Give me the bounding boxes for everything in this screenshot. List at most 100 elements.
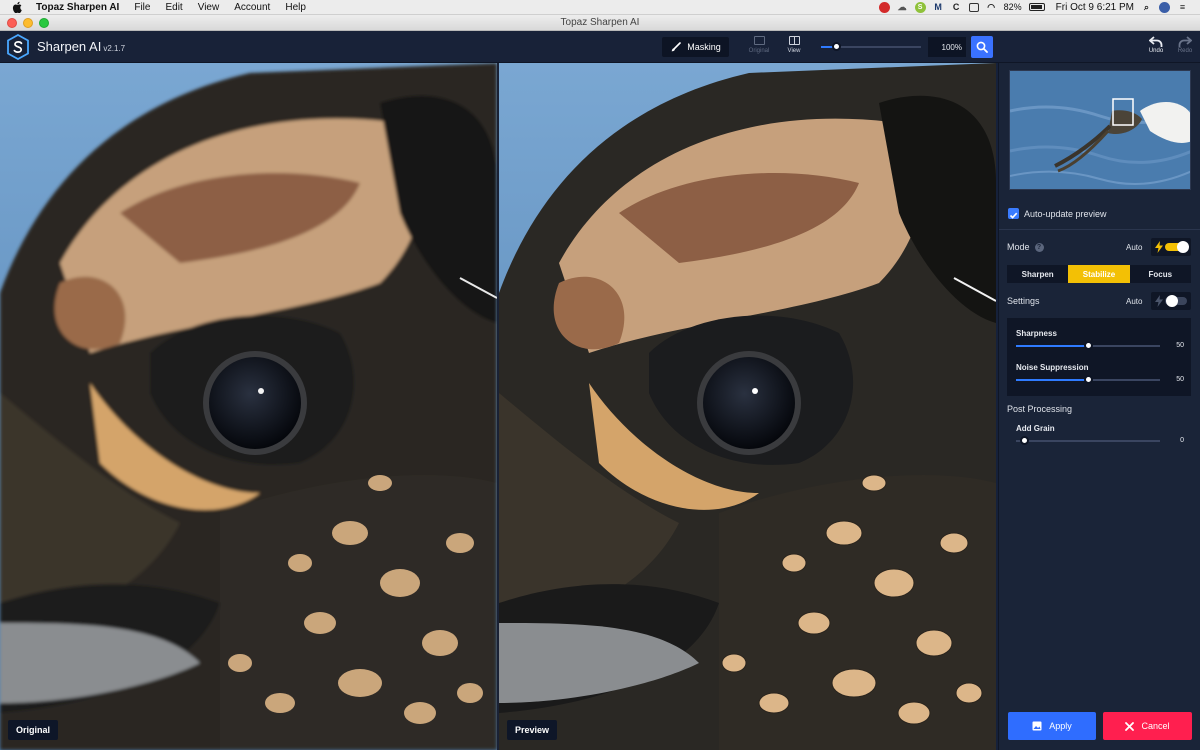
zoom-button[interactable] [971, 36, 993, 58]
app-header: Sharpen AI v2.1.7 Masking Original View [0, 31, 1200, 63]
original-image-pane[interactable]: Original [0, 63, 497, 750]
zoom-value-field[interactable]: 100% [928, 37, 966, 57]
apple-icon[interactable] [12, 1, 24, 13]
battery-percent: 82% [1003, 2, 1022, 12]
split-view-icon [788, 36, 800, 45]
close-window-button[interactable] [7, 18, 17, 28]
minimize-window-button[interactable] [23, 18, 33, 28]
menu-edit[interactable]: Edit [165, 2, 182, 13]
app-title-text: Sharpen AI [37, 39, 102, 54]
status-area: ☁ S M C ◠ 82% Fri Oct 9 6:21 PM ⌕ ≡ [878, 1, 1200, 13]
cancel-button[interactable]: Cancel [1103, 712, 1192, 740]
help-icon[interactable]: ? [1034, 243, 1044, 253]
preview-photo [499, 63, 996, 750]
menu-account[interactable]: Account [234, 2, 270, 13]
c-app-icon[interactable]: C [951, 2, 962, 13]
auto-update-label[interactable]: Auto-update preview [1024, 209, 1107, 219]
clock[interactable]: Fri Oct 9 6:21 PM [1056, 2, 1134, 13]
sharpen-ai-logo-icon [7, 34, 29, 60]
notification-center-icon[interactable]: ≡ [1177, 2, 1188, 13]
undo-arrow-icon [1149, 36, 1163, 47]
zoom-window-button[interactable] [39, 18, 49, 28]
mode-focus-button[interactable]: Focus [1130, 265, 1191, 283]
lightning-icon [1155, 241, 1163, 253]
cloud-icon[interactable]: ☁ [897, 2, 908, 13]
settings-auto-label: Auto [1126, 297, 1143, 306]
original-photo [0, 63, 497, 750]
window-title-bar: Topaz Sharpen AI [0, 15, 1200, 31]
app-version: v2.1.7 [103, 44, 126, 53]
add-grain-value: 0 [1180, 437, 1184, 444]
auto-update-checkbox[interactable] [1008, 208, 1019, 219]
window-title: Topaz Sharpen AI [560, 17, 640, 28]
original-pane-label: Original [8, 720, 59, 740]
magnifier-icon [976, 41, 988, 53]
mode-heading: Mode? [1007, 242, 1044, 253]
noise-suppression-slider-fill [1016, 379, 1088, 381]
view-label: View [787, 48, 801, 54]
apply-button[interactable]: Apply [1008, 712, 1096, 740]
menu-app-name[interactable]: Topaz Sharpen AI [36, 2, 119, 13]
undo-label: Undo [1148, 48, 1164, 54]
menu-view[interactable]: View [198, 2, 220, 13]
add-grain-label: Add Grain [1016, 424, 1055, 433]
mode-sharpen-button[interactable]: Sharpen [1007, 265, 1068, 283]
battery-icon[interactable] [1028, 3, 1045, 11]
cancel-label: Cancel [1141, 721, 1170, 731]
menu-file[interactable]: File [134, 2, 150, 13]
redo-arrow-icon [1178, 36, 1192, 47]
sharpness-label: Sharpness [1016, 329, 1057, 338]
add-grain-slider-handle[interactable] [1020, 436, 1029, 445]
sharpness-value: 50 [1176, 342, 1184, 349]
masking-button[interactable]: Masking [662, 37, 729, 57]
wifi-icon[interactable]: ◠ [986, 2, 997, 13]
post-processing-label: Post Processing [1007, 404, 1073, 414]
mode-auto-toggle[interactable] [1151, 238, 1191, 256]
malwarebytes-icon[interactable]: M [933, 2, 944, 13]
original-image-icon [753, 36, 765, 45]
s-badge-icon[interactable]: S [914, 1, 926, 13]
macos-menu-bar: Topaz Sharpen AI File Edit View Account … [0, 0, 1200, 15]
redo-button[interactable]: Redo [1173, 36, 1197, 60]
settings-panel: Auto-update preview Mode? Auto Sharpen S… [998, 63, 1200, 750]
add-grain-slider[interactable] [1016, 440, 1160, 442]
preview-pane-label: Preview [507, 720, 558, 740]
lightning-icon [1155, 295, 1163, 307]
checkmark-icon [1009, 212, 1018, 219]
mode-segmented-control: Sharpen Stabilize Focus [1007, 265, 1191, 283]
noise-suppression-value: 50 [1176, 376, 1184, 383]
navigator-thumbnail[interactable] [1009, 70, 1191, 190]
user-avatar-icon[interactable] [1159, 1, 1170, 13]
window-controls [7, 18, 49, 28]
brush-icon [671, 41, 682, 51]
redo-label: Redo [1177, 48, 1193, 54]
preview-image-pane[interactable]: Preview [499, 63, 996, 750]
undo-button[interactable]: Undo [1144, 36, 1168, 60]
navigator-photo [1010, 71, 1190, 189]
masking-label: Masking [687, 42, 721, 52]
separator-1 [999, 229, 1200, 230]
sharpness-slider-fill [1016, 345, 1088, 347]
settings-label: Settings [1007, 296, 1040, 306]
view-button[interactable]: View [780, 36, 808, 60]
screen-icon[interactable] [968, 2, 979, 12]
apply-label: Apply [1049, 721, 1072, 731]
app-root: Topaz Sharpen AI File Edit View Account … [0, 0, 1200, 750]
original-button[interactable]: Original [745, 36, 773, 60]
settings-sliders-box: Sharpness 50 Noise Suppression 50 [1007, 318, 1191, 396]
original-label: Original [748, 48, 770, 54]
menu-help[interactable]: Help [285, 2, 306, 13]
zoom-slider-handle[interactable] [832, 42, 841, 51]
mode-label: Mode [1007, 242, 1030, 252]
settings-auto-toggle[interactable] [1151, 292, 1191, 310]
app-title: Sharpen AI v2.1.7 [37, 39, 125, 54]
noise-suppression-label: Noise Suppression [1016, 363, 1089, 372]
mode-stabilize-button[interactable]: Stabilize [1068, 265, 1130, 283]
sharpness-slider-handle[interactable] [1083, 341, 1093, 350]
noise-suppression-slider-handle[interactable] [1083, 375, 1093, 384]
mode-auto-label: Auto [1126, 243, 1143, 252]
close-icon [1125, 721, 1135, 731]
spotlight-icon[interactable]: ⌕ [1141, 2, 1152, 13]
apply-image-icon [1032, 721, 1042, 731]
creative-cloud-icon[interactable] [878, 1, 890, 13]
